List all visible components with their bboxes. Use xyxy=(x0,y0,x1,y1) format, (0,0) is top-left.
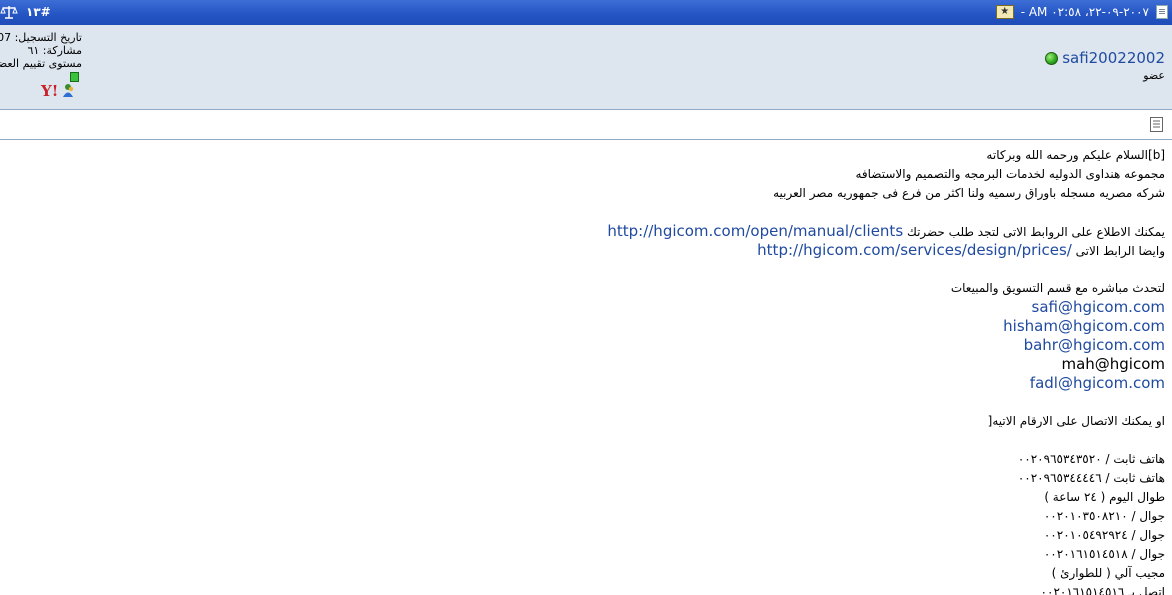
reputation-icon xyxy=(70,72,79,82)
message-line: جوال / ٠٠٢٠١٠٥٤٩٢٩٢٤ xyxy=(1043,528,1165,542)
post-number-link[interactable]: ١٣# xyxy=(26,5,51,19)
message-line: شركه مصريه مسجله باوراق رسميه ولنا اكثر … xyxy=(773,186,1165,200)
join-date: تاريخ التسجيل: 07 xyxy=(0,31,82,44)
user-stats: تاريخ التسجيل: 07 مشاركة: ٦١ مستوى تقييم… xyxy=(0,31,82,70)
online-status-icon xyxy=(1045,51,1059,65)
msn-icon[interactable] xyxy=(61,83,76,99)
email-link[interactable]: safi@hgicom.com xyxy=(1032,298,1166,316)
post-message: [b]السلام عليكم ورحمه الله وبركاته مجموعه… xyxy=(5,146,1165,595)
email-text: mah@hgicom xyxy=(1061,355,1165,373)
message-line xyxy=(5,260,1165,279)
message-line: لتحدث مباشره مع قسم التسويق والمبيعات xyxy=(950,281,1165,295)
online-flag-icon: ★ xyxy=(995,5,1014,19)
message-line: safi@hgicom.com xyxy=(5,298,1166,317)
doc-icon xyxy=(1156,5,1168,19)
message-text: يمكنك الاطلاع على الروابط الاتى لتجد طلب… xyxy=(903,225,1165,239)
scale-icon xyxy=(0,4,18,20)
username-link[interactable]: safi20022002 xyxy=(1062,49,1165,67)
message-line: هاتف ثابت / ٠٠٢٠٩٦٥٣٤٣٥٢٠ xyxy=(1017,452,1165,466)
email-link[interactable]: hisham@hgicom.com xyxy=(1003,317,1165,335)
post-date: ٢٠٠٧-٠٩-٢٢، ٠٢:٥٨ AM - xyxy=(1020,5,1149,19)
reputation-label: مستوى تقييم العضو xyxy=(0,57,82,70)
post-icon xyxy=(1150,117,1163,132)
message-line: وايضا الرابط الاتى http://hgicom.com/ser… xyxy=(5,241,1165,260)
message-line: مجموعه هنداوى الدوليه لخدمات البرمجه وال… xyxy=(855,167,1165,181)
message-line: fadl@hgicom.com xyxy=(5,374,1165,393)
email-link[interactable]: bahr@hgicom.com xyxy=(1024,336,1165,354)
post-count: مشاركة: ٦١ xyxy=(27,44,82,57)
message-line: او يمكنك الاتصال على الارقام الاتيه[ xyxy=(987,414,1165,428)
message-line: اتصل بـ ٠٠٢٠١٦١٥١٤٥١٦ xyxy=(1040,585,1165,595)
post-header-bar: ١٣# ★ ٢٠٠٧-٠٩-٢٢، ٠٢:٥٨ AM - xyxy=(0,0,1172,25)
message-line: bahr@hgicom.com xyxy=(5,336,1165,355)
message-line: hisham@hgicom.com xyxy=(5,317,1165,336)
message-line: [b]السلام عليكم ورحمه الله وبركاته xyxy=(986,148,1165,162)
message-line xyxy=(5,203,1165,222)
post-title-row xyxy=(0,110,1172,140)
message-line: يمكنك الاطلاع على الروابط الاتى لتجد طلب… xyxy=(5,222,1165,241)
yahoo-icon[interactable]: Y! xyxy=(41,82,58,100)
message-line: طوال اليوم ( ٢٤ ساعة ) xyxy=(1044,490,1165,504)
message-line: جوال / ٠٠٢٠١٠٣٥٠٨٢١٠ xyxy=(1043,509,1165,523)
user-profile: safi20022002 عضو xyxy=(1045,49,1165,82)
email-link[interactable]: fadl@hgicom.com xyxy=(1030,374,1165,392)
message-line: جوال / ٠٠٢٠١٦١٥١٤٥١٨ xyxy=(1043,547,1165,561)
message-text: وايضا الرابط الاتى xyxy=(1071,244,1165,258)
user-info-bar: safi20022002 عضو تاريخ التسجيل: 07 مشارك… xyxy=(0,25,1172,110)
message-link[interactable]: http://hgicom.com/open/manual/clients xyxy=(607,222,903,240)
post-page: ١٣# ★ ٢٠٠٧-٠٩-٢٢، ٠٢:٥٨ AM - safi2002200… xyxy=(0,0,1172,595)
message-line xyxy=(5,431,1165,450)
message-link[interactable]: http://hgicom.com/services/design/prices… xyxy=(757,241,1072,259)
message-line: هاتف ثابت / ٠٠٢٠٩٦٥٣٤٤٤٤٦ xyxy=(1017,471,1165,485)
message-line: mah@hgicom xyxy=(5,355,1165,374)
message-line xyxy=(5,393,1165,412)
message-line: مجيب آلي ( للطوارئ ) xyxy=(1051,566,1165,580)
user-title: عضو xyxy=(1143,69,1165,82)
